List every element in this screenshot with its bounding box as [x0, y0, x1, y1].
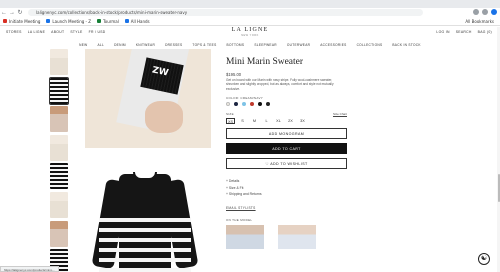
- product-accordion: + Details + Size & Fit + Shipping and Re…: [226, 178, 347, 197]
- product-price: $195.00: [226, 72, 242, 77]
- login-link[interactable]: LOG IN: [436, 30, 449, 34]
- color-swatch[interactable]: [250, 102, 254, 107]
- size-option[interactable]: 2X: [286, 118, 295, 124]
- product-title: Mini Marin Sweater: [226, 57, 304, 67]
- model-images: [226, 225, 347, 250]
- size-option[interactable]: XS: [226, 118, 235, 125]
- product-image-flat[interactable]: [85, 156, 211, 272]
- color-swatch[interactable]: [258, 102, 262, 107]
- product-thumbnail[interactable]: [49, 76, 69, 105]
- model-image[interactable]: [226, 225, 264, 250]
- bookmark-item[interactable]: Initiate Meeting: [3, 19, 40, 24]
- sweater-illustration: [91, 172, 199, 272]
- bookmark-item[interactable]: Launch Meeting - Z: [46, 19, 91, 24]
- model-image[interactable]: [278, 225, 316, 250]
- site-logo[interactable]: LA LIGNE: [0, 27, 500, 33]
- color-swatches: [226, 102, 347, 107]
- bookmark-icon: [46, 19, 51, 23]
- accordion-shipping[interactable]: + Shipping and Returns: [226, 191, 347, 197]
- accessibility-icon[interactable]: ☯: [478, 253, 490, 265]
- address-bar[interactable]: lalignenyc.com/collections/back-in-stock…: [28, 9, 423, 16]
- profile-avatar[interactable]: [491, 9, 497, 15]
- product-thumbnail[interactable]: [50, 163, 68, 190]
- category-link[interactable]: COLLECTIONS: [357, 43, 383, 49]
- size-option[interactable]: L: [262, 118, 271, 124]
- all-bookmarks[interactable]: All Bookmarks: [465, 19, 494, 24]
- bookmark-star-icon[interactable]: [482, 9, 488, 15]
- category-link[interactable]: BACK IN STOCK: [392, 43, 420, 49]
- bookmark-item[interactable]: Tourmal: [97, 19, 119, 24]
- bookmark-item[interactable]: All Hands: [124, 19, 150, 24]
- forward-icon[interactable]: →: [8, 9, 16, 17]
- add-to-wishlist-button[interactable]: ♡ ADD TO WISHLIST: [226, 158, 347, 170]
- color-swatch[interactable]: [266, 102, 270, 107]
- status-bar-url: https://lalignenyc.com/products/mini-...: [0, 266, 60, 272]
- add-monogram-button[interactable]: ADD MONOGRAM: [226, 128, 347, 140]
- add-to-wishlist-label: ADD TO WISHLIST: [270, 162, 308, 167]
- thumbnail-list: [49, 49, 70, 272]
- hand-shape: [145, 101, 183, 133]
- sweater-stripes: [99, 218, 191, 272]
- size-header: SIZE Size Chart: [226, 112, 347, 116]
- extensions-icon[interactable]: [473, 9, 479, 15]
- bookmark-icon: [97, 19, 101, 23]
- scrollbar-thumb[interactable]: [497, 174, 500, 202]
- product-thumbnail[interactable]: [50, 134, 68, 161]
- product-image-detail[interactable]: ZW: [85, 49, 211, 148]
- bookmarks-bar: Initiate Meeting Launch Meeting - Z Tour…: [0, 17, 500, 26]
- size-options: XS S M L XL 2X 3X: [226, 118, 347, 125]
- site-header: STORES LA LIGNE ABOUT STYLE FR / USD LA …: [0, 27, 500, 44]
- size-option[interactable]: S: [238, 118, 247, 124]
- browser-tab-strip: [0, 0, 500, 8]
- on-the-model-heading: ON THE MODEL: [226, 218, 253, 223]
- size-chart-link[interactable]: Size Chart: [333, 112, 347, 116]
- color-swatch[interactable]: [226, 102, 230, 107]
- utility-nav-right: LOG IN SEARCH BAG (0): [436, 30, 492, 34]
- size-label: SIZE: [226, 112, 234, 117]
- color-swatch[interactable]: [242, 102, 246, 107]
- size-option[interactable]: M: [250, 118, 259, 124]
- email-stylists-link[interactable]: EMAIL STYLISTS: [226, 206, 347, 210]
- size-option[interactable]: XL: [274, 118, 283, 124]
- size-option[interactable]: 3X: [298, 118, 307, 124]
- bookmark-icon: [124, 19, 129, 23]
- product-thumbnail[interactable]: [50, 191, 68, 218]
- bookmark-icon: [3, 19, 7, 23]
- bag-link[interactable]: BAG (0): [478, 30, 492, 34]
- browser-actions: [473, 9, 497, 15]
- browser-toolbar: ← → ↻ lalignenyc.com/collections/back-in…: [0, 8, 500, 17]
- product-thumbnail[interactable]: [50, 220, 68, 247]
- color-swatch[interactable]: [234, 102, 238, 107]
- site-logo-subtitle: NEW YORK: [241, 34, 259, 37]
- back-icon[interactable]: ←: [0, 9, 8, 17]
- color-label: COLOR: CREAM/NAVY: [226, 96, 264, 101]
- product-thumbnail[interactable]: [50, 106, 68, 133]
- product-thumbnail[interactable]: [50, 49, 68, 75]
- reload-icon[interactable]: ↻: [16, 9, 24, 17]
- search-link[interactable]: SEARCH: [456, 30, 472, 34]
- product-description: Get on board with our Marin with navy st…: [226, 78, 334, 91]
- add-to-cart-button[interactable]: ADD TO CART: [226, 143, 347, 155]
- product-info: Mini Marin Sweater $195.00 Get on board …: [226, 49, 347, 250]
